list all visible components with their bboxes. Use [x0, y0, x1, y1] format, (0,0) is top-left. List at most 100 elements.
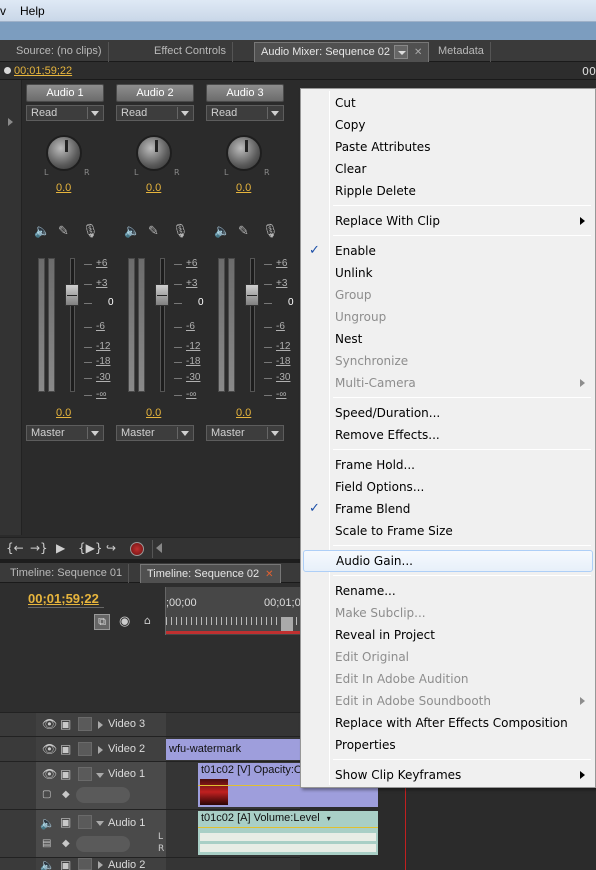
menu-item-replace-with-clip[interactable]: Replace With Clip — [303, 210, 593, 232]
timeline-timecode[interactable]: 00;01;59;22 — [28, 591, 99, 606]
menu-item-remove-effects[interactable]: Remove Effects... — [303, 424, 593, 446]
menu-item-frame-hold[interactable]: Frame Hold... — [303, 454, 593, 476]
waveform-display-icon[interactable]: ▤ — [42, 838, 51, 849]
track-clip-area[interactable]: t01c02 [A] Volume:Level ▾ — [166, 810, 378, 857]
record-mic-icon[interactable]: 🎙 — [172, 224, 189, 239]
speaker-icon[interactable]: 🔈 — [40, 858, 55, 870]
keyframe-nav-icon[interactable]: ◆ — [62, 838, 70, 849]
tab-effect-controls[interactable]: Effect Controls — [148, 42, 233, 62]
automation-mode-select[interactable]: Read — [206, 105, 284, 121]
menu-item-audio-gain[interactable]: Audio Gain... — [303, 550, 593, 572]
volume-fader-handle[interactable] — [245, 284, 259, 306]
menu-item-enable[interactable]: Enable ✓ — [303, 240, 593, 262]
output-track-select[interactable]: Master — [116, 425, 194, 441]
mute-speaker-icon[interactable]: 🔈 — [214, 224, 230, 239]
lock-icon[interactable] — [78, 717, 92, 731]
play-in-to-out-button[interactable]: {▶} — [78, 541, 103, 555]
pan-knob[interactable] — [226, 135, 262, 171]
eye-icon[interactable]: 👁 — [42, 742, 57, 756]
output-track-select[interactable]: Master — [206, 425, 284, 441]
solo-pencil-icon[interactable]: ✎ — [148, 224, 159, 239]
chevron-down-icon[interactable]: ▾ — [327, 814, 331, 823]
keyframe-nav-buttons[interactable] — [76, 836, 130, 852]
mute-speaker-icon[interactable]: 🔈 — [34, 224, 50, 239]
lock-icon[interactable] — [78, 858, 92, 870]
expand-track-icon[interactable] — [98, 746, 103, 754]
film-icon[interactable]: ▣ — [60, 815, 71, 829]
tab-metadata[interactable]: Metadata — [432, 42, 491, 62]
automation-mode-select[interactable]: Read — [26, 105, 104, 121]
volume-value[interactable]: 0.0 — [146, 407, 161, 419]
expand-track-icon[interactable] — [98, 721, 103, 729]
set-marker-icon[interactable]: ⌂ — [144, 614, 151, 627]
track-name-button[interactable]: Audio 2 — [116, 84, 194, 102]
track-clip-area[interactable] — [166, 858, 300, 870]
menu-item-nest[interactable]: Nest — [303, 328, 593, 350]
lock-icon[interactable] — [78, 742, 92, 756]
menu-item-help[interactable]: Help — [20, 4, 45, 18]
eye-icon[interactable]: 👁 — [42, 717, 57, 731]
menu-item-paste-attributes[interactable]: Paste Attributes — [303, 136, 593, 158]
work-area-handle[interactable] — [281, 617, 293, 631]
volume-value[interactable]: 0.0 — [236, 407, 251, 419]
clip-wfu-watermark[interactable]: wfu-watermark — [166, 739, 300, 760]
track-name-button[interactable]: Audio 3 — [206, 84, 284, 102]
menu-item-reveal-in-project[interactable]: Reveal in Project — [303, 624, 593, 646]
volume-fader-track[interactable] — [250, 258, 255, 392]
menu-item-rename[interactable]: Rename... — [303, 580, 593, 602]
film-icon[interactable]: ▣ — [60, 858, 71, 870]
menu-item-ripple-delete[interactable]: Ripple Delete — [303, 180, 593, 202]
keyframe-nav-buttons[interactable] — [76, 787, 130, 803]
tab-menu-dropdown-icon[interactable] — [394, 45, 409, 60]
track-clip-area[interactable] — [166, 713, 300, 736]
menu-item-view[interactable]: v — [0, 4, 6, 18]
mixer-timecode[interactable]: 00;01;59;22 — [14, 65, 72, 77]
collapse-track-icon[interactable] — [96, 821, 104, 826]
volume-fader-handle[interactable] — [155, 284, 169, 306]
volume-fader-track[interactable] — [70, 258, 75, 392]
menu-item-cut[interactable]: Cut — [303, 92, 593, 114]
solo-pencil-icon[interactable]: ✎ — [238, 224, 249, 239]
volume-value[interactable]: 0.0 — [56, 407, 71, 419]
menu-item-field-options[interactable]: Field Options... — [303, 476, 593, 498]
pan-value[interactable]: 0.0 — [236, 182, 251, 194]
menu-item-properties[interactable]: Properties — [303, 734, 593, 756]
record-button[interactable] — [130, 542, 144, 556]
menu-item-clear[interactable]: Clear — [303, 158, 593, 180]
menu-item-replace-with-after-effects-composition[interactable]: Replace with After Effects Composition — [303, 712, 593, 734]
expand-track-icon[interactable] — [98, 861, 103, 869]
automation-mode-select[interactable]: Read — [116, 105, 194, 121]
tab-timeline-sequence-01[interactable]: Timeline: Sequence 01 — [4, 564, 130, 584]
menu-item-frame-blend[interactable]: Frame Blend ✓ — [303, 498, 593, 520]
go-to-out-button[interactable]: →} — [30, 541, 48, 555]
film-icon[interactable]: ▣ — [60, 717, 71, 731]
menu-item-copy[interactable]: Copy — [303, 114, 593, 136]
scroll-left-icon[interactable] — [156, 543, 162, 553]
time-ruler[interactable]: ;00;00 00;01;0 — [165, 587, 301, 635]
keyframe-nav-icon[interactable]: ◆ — [62, 789, 70, 800]
menu-item-scale-to-frame-size[interactable]: Scale to Frame Size — [303, 520, 593, 542]
go-to-in-button[interactable]: {← — [6, 541, 24, 555]
record-mic-icon[interactable]: 🎙 — [262, 224, 279, 239]
record-mic-icon[interactable]: 🎙 — [82, 224, 99, 239]
track-clip-area[interactable]: t01c02 [V] Opacity:O — [166, 762, 378, 809]
speaker-icon[interactable]: 🔈 — [40, 816, 55, 830]
volume-fader-track[interactable] — [160, 258, 165, 392]
track-clip-area[interactable]: wfu-watermark — [166, 737, 300, 761]
lock-icon[interactable] — [78, 767, 92, 781]
pan-value[interactable]: 0.0 — [146, 182, 161, 194]
solo-pencil-icon[interactable]: ✎ — [58, 224, 69, 239]
clip-t01c02-audio[interactable]: t01c02 [A] Volume:Level ▾ — [198, 811, 378, 855]
volume-fader-handle[interactable] — [65, 284, 79, 306]
collapse-track-icon[interactable] — [96, 773, 104, 778]
pan-knob[interactable] — [46, 135, 82, 171]
keyframe-display-icon[interactable]: ▢ — [42, 789, 51, 800]
menu-item-show-clip-keyframes[interactable]: Show Clip Keyframes — [303, 764, 593, 786]
tab-audio-mixer[interactable]: Audio Mixer: Sequence 02 ✕ — [254, 42, 430, 62]
menu-item-speed-duration[interactable]: Speed/Duration... — [303, 402, 593, 424]
film-icon[interactable]: ▣ — [60, 742, 71, 756]
film-icon[interactable]: ▣ — [60, 767, 71, 781]
loop-button[interactable]: ↪ — [106, 541, 116, 555]
expand-icon[interactable] — [8, 118, 13, 126]
menu-item-unlink[interactable]: Unlink — [303, 262, 593, 284]
